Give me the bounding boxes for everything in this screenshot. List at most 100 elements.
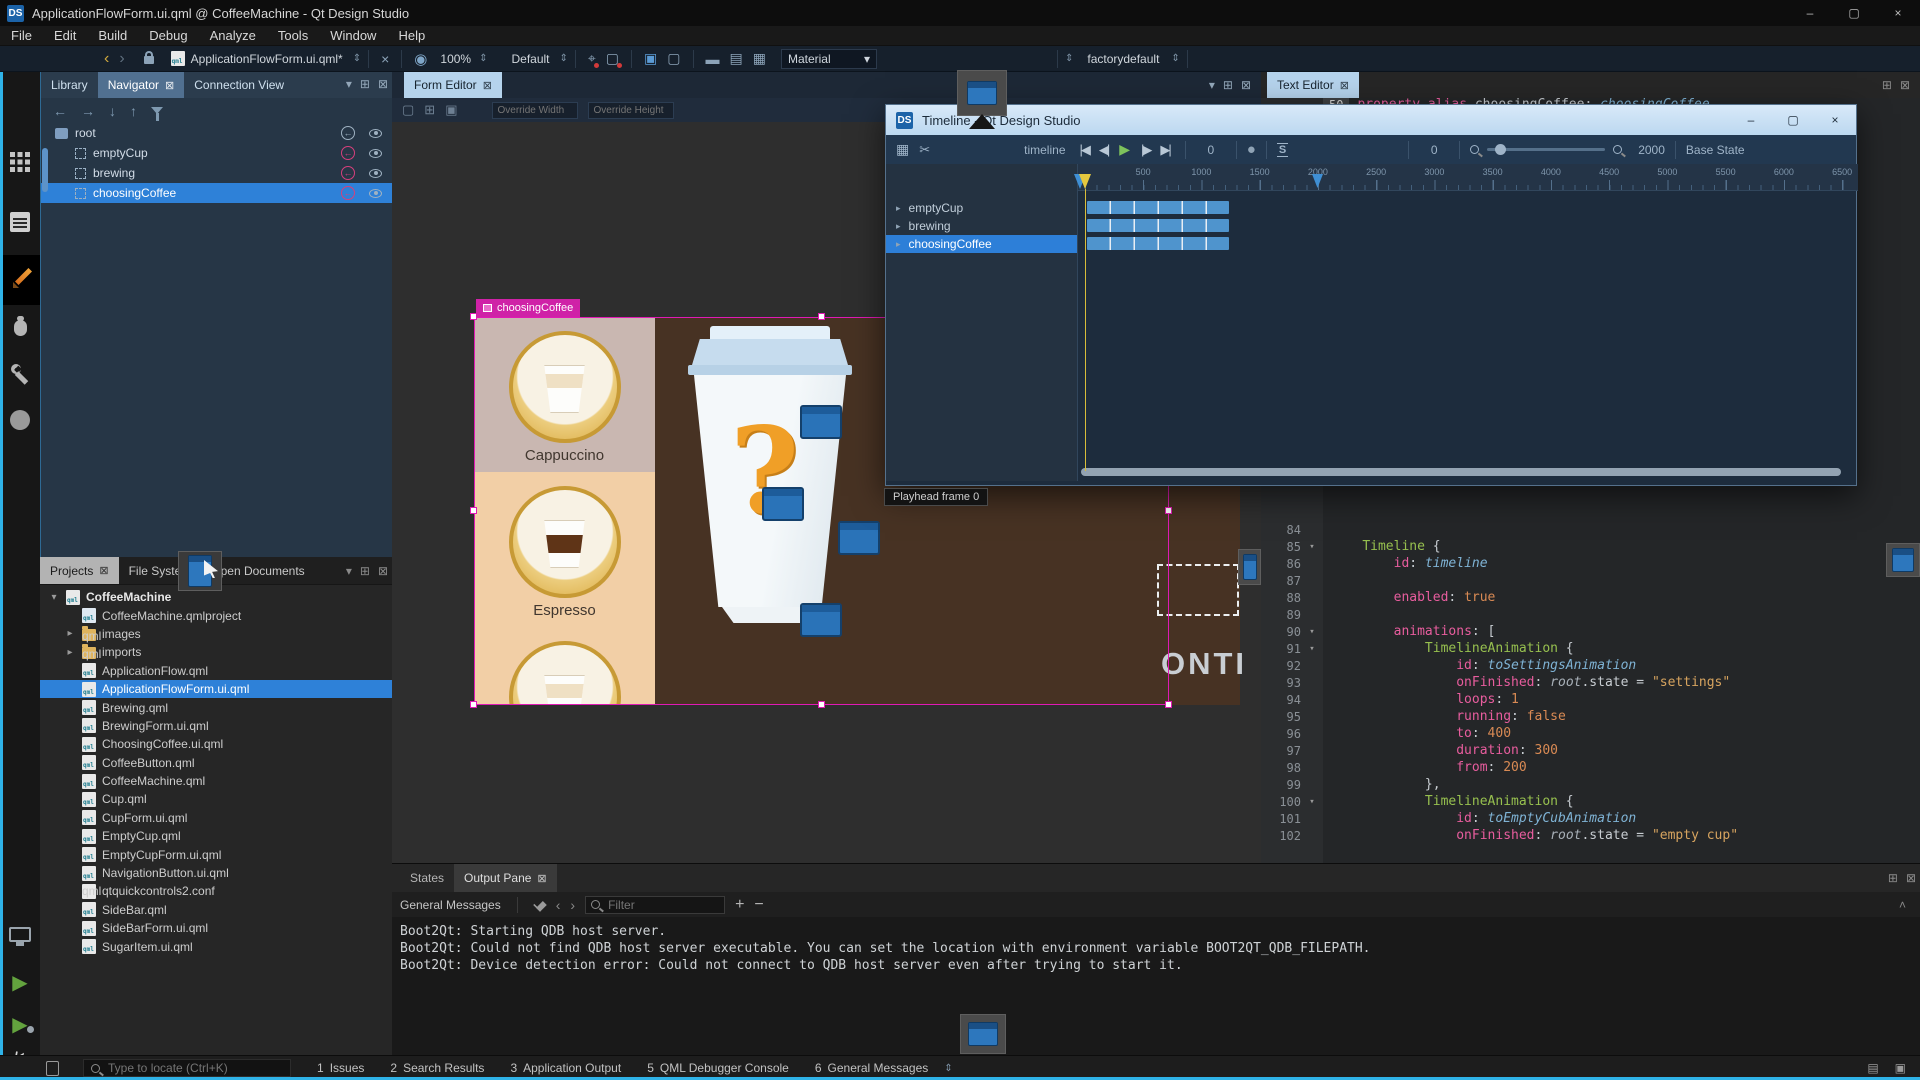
close-document-icon[interactable]: × [381,51,389,67]
device-icon[interactable] [0,927,40,942]
file-tree-row[interactable]: ▸ qml images [40,625,392,643]
style-selector[interactable]: Default [511,52,549,66]
play-button[interactable]: ▶ [1119,141,1130,158]
navigator-item[interactable]: brewing ← [41,163,392,183]
timeline-ruler[interactable]: 5001000150020002500300035004000450050005… [1078,164,1858,191]
layout-rows-icon[interactable]: ▤ [730,50,743,67]
cut-icon[interactable]: ✂ [919,142,930,158]
document-dropdown-icon[interactable]: ⇕ [353,53,361,64]
code-area[interactable]: 84 85 ▾ Timeline { 86 id: timeline 87 [1261,521,1920,844]
pane-menu-icon[interactable]: ▾ [1209,78,1215,92]
file-tree-row[interactable]: qml EmptyCup.qml [40,827,392,845]
maximize-button[interactable]: ▢ [1832,0,1876,26]
keyframe-bar[interactable] [1087,219,1229,232]
file-tree-row[interactable]: qml SideBar.qml [40,901,392,919]
coffee-list-item[interactable] [474,627,655,705]
panes-spinner-icon[interactable]: ⇕ [944,1063,952,1074]
file-tree-row[interactable]: qml CupForm.ui.qml [40,809,392,827]
expand-track-icon[interactable]: ▸ [896,239,901,250]
file-tree-row[interactable]: qml ApplicationFlow.qml [40,662,392,680]
coffee-circle[interactable] [509,486,621,598]
continue-button-fragment[interactable]: ONTI [1161,646,1247,682]
playhead-frame-value[interactable]: 0 [1419,143,1449,157]
snapping-icon[interactable]: ⊞ [424,102,435,118]
file-tree-row[interactable]: qml CoffeeMachine.qmlproject [40,606,392,624]
to-end-button[interactable]: ▶| [1160,142,1169,158]
layout-grid-icon[interactable]: ▦ [753,50,766,67]
output-tab[interactable]: Output Pane ⊠ [454,864,557,892]
panel-tab[interactable]: Projects ⊠ [40,557,119,584]
resize-handle[interactable] [470,701,477,708]
move-left-icon[interactable]: ← [53,103,67,119]
menu-item[interactable]: Analyze [199,26,267,46]
sidebar-toggle-icon[interactable] [46,1061,59,1076]
menu-item[interactable]: Edit [43,26,87,46]
navigator-item[interactable]: root ← [41,123,392,143]
filter-icon[interactable] [151,107,163,114]
timeline-hscrollbar[interactable] [1081,468,1841,476]
easing-curve-icon[interactable]: S [1277,143,1288,157]
file-tree-row[interactable]: qml EmptyCupForm.ui.qml [40,845,392,863]
annotation-icon[interactable]: ⌖ [588,50,596,67]
output-pane-button[interactable]: 1 Issues [317,1061,364,1075]
panel-tab[interactable]: Library [41,72,98,98]
material-selector[interactable]: Material▾ [781,49,877,69]
bounds-off-icon[interactable]: ▢ [667,50,680,67]
right-sidebar-toggle-icon[interactable]: ▤ [1867,1061,1878,1075]
lock-icon[interactable] [144,51,154,67]
pane-split-icon[interactable]: ⊞ [1223,78,1233,92]
file-tree-row[interactable]: qml Cup.qml [40,790,392,808]
pane-close-icon[interactable]: ⊠ [378,564,388,578]
resize-handle[interactable] [818,701,825,708]
expand-track-icon[interactable]: ▸ [896,221,901,232]
pane-close-icon[interactable]: ⊠ [1900,78,1910,92]
timeline-track[interactable]: ▸ choosingCoffee [886,235,1077,253]
channel-selector[interactable]: General Messages [400,898,501,912]
locator-input[interactable] [83,1059,291,1077]
output-pane-button[interactable]: 5 QML Debugger Console [647,1061,789,1075]
prev-item-icon[interactable]: ‹ [556,897,561,913]
export-toggle-icon[interactable]: ← [341,166,355,180]
bounds-on-icon[interactable]: ▣ [644,50,657,67]
timeline-settings-icon[interactable]: ▦ [896,141,909,158]
navigator-item[interactable]: emptyCup ← [41,143,392,163]
zoom-in-icon[interactable] [1613,145,1622,154]
keyframe-bar[interactable] [1087,237,1229,250]
edit-mode-icon[interactable] [0,212,40,232]
visibility-eye-icon[interactable] [369,129,382,138]
debug-mode-icon[interactable] [0,320,40,336]
pane-split-icon[interactable]: ⊞ [360,77,370,91]
file-tree-row[interactable]: qml Brewing.qml [40,698,392,716]
debug-run-button[interactable]: ▶ [0,1012,40,1037]
back-icon[interactable]: ‹ [104,50,109,68]
panel-tab[interactable]: Navigator ⊠ [98,72,185,98]
preview-icon[interactable]: ◉ [414,50,427,68]
override-width-field[interactable] [492,102,578,119]
file-tree-row[interactable]: qml CoffeeMachine.qml [40,772,392,790]
design-mode-icon[interactable] [3,255,40,305]
next-frame-button[interactable]: |▶ [1141,142,1150,158]
projects-mode-icon[interactable] [0,364,40,384]
welcome-mode-icon[interactable] [0,152,40,172]
output-messages[interactable]: Boot2Qt: Starting QDB host server.Boot2Q… [392,917,1920,974]
export-toggle-icon[interactable]: ← [341,126,355,140]
close-tab-icon[interactable]: ⊠ [99,564,108,577]
timeline-zoom-slider[interactable] [1487,148,1605,151]
close-tab-icon[interactable]: ⊠ [537,872,546,885]
visibility-eye-icon[interactable] [369,169,382,178]
navigator-item[interactable]: choosingCoffee ← [41,183,392,203]
close-button[interactable]: × [1814,105,1856,135]
record-button[interactable]: ● [1247,141,1256,158]
target-dropdown-icon[interactable]: ⇕ [1065,53,1073,64]
move-right-icon[interactable]: → [81,103,95,119]
override-height-field[interactable] [588,102,674,119]
pane-close-icon[interactable]: ⊠ [1241,78,1251,92]
move-up-icon[interactable]: ↑ [130,103,137,119]
timeline-track[interactable]: ▸ brewing [886,217,1077,235]
no-snapping-icon[interactable]: ▢ [402,102,414,118]
pane-close-icon[interactable]: ⊠ [378,77,388,91]
file-tree-row[interactable]: qml ApplicationFlowForm.ui.qml [40,680,392,698]
zoom-out-icon[interactable] [1470,145,1479,154]
style-dropdown-icon[interactable]: ⇕ [560,53,568,64]
output-filter-input[interactable] [585,896,725,914]
